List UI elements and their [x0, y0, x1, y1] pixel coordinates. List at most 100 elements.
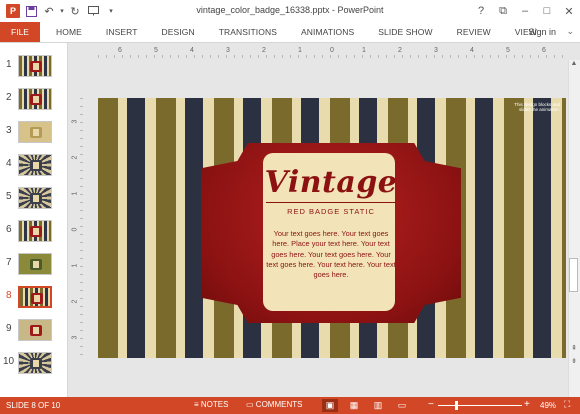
slide-thumbnail-selected[interactable]: 8 [0, 284, 68, 312]
scroll-up-icon[interactable]: ▲ [568, 60, 580, 70]
ruler-label: 3 [226, 47, 230, 54]
start-from-beginning-icon[interactable] [84, 2, 102, 20]
slide-thumbnail-image [18, 154, 52, 176]
ruler-label: 6 [118, 47, 122, 54]
vertical-ruler-ticks [80, 98, 83, 360]
slide-number: 3 [6, 125, 12, 136]
slide-canvas[interactable]: This design blocks and slides the animat… [98, 98, 566, 358]
slide-number: 1 [6, 59, 12, 70]
slide-thumbnail[interactable]: 7 [0, 251, 68, 279]
ribbon-divider [0, 42, 580, 43]
tab-design[interactable]: DESIGN [150, 27, 207, 37]
normal-view-icon[interactable]: ▣ [322, 399, 338, 412]
previous-slide-icon[interactable]: ⇞ [568, 344, 580, 354]
ruler-label: 5 [154, 47, 158, 54]
slide-thumbnail[interactable]: 1 [0, 53, 68, 81]
title-bar: P ↶ ▾ ↻ ▾ vintage_color_badge_16338.pptx… [0, 0, 580, 22]
reading-view-icon[interactable]: ▥ [370, 399, 386, 412]
slide-thumbnail-image [18, 88, 52, 110]
quick-access-toolbar: P ↶ ▾ ↻ ▾ [0, 0, 120, 22]
slide-thumbnail-image [18, 187, 52, 209]
slide-thumbnail[interactable]: 4 [0, 152, 68, 180]
maximize-icon[interactable]: □ [536, 5, 558, 17]
zoom-out-icon[interactable]: − [428, 399, 434, 410]
ruler-label: 1 [71, 263, 79, 268]
slide-number: 4 [6, 158, 12, 169]
window-controls: ? ⧉ – □ ✕ [470, 0, 580, 22]
badge-divider [266, 202, 396, 203]
badge-body-text[interactable]: Your text goes here. Your text goes here… [265, 229, 397, 280]
tab-review[interactable]: REVIEW [445, 27, 503, 37]
notes-icon: ≡ [194, 400, 199, 409]
ruler-label: 3 [71, 119, 79, 124]
ruler-label: 5 [506, 47, 510, 54]
slide-number: 6 [6, 224, 12, 235]
notes-button[interactable]: ≡ NOTES [194, 400, 228, 409]
comments-button[interactable]: ▭ COMMENTS [246, 400, 302, 409]
ruler-label: 4 [470, 47, 474, 54]
save-icon[interactable] [22, 2, 40, 20]
ruler-label: 2 [398, 47, 402, 54]
collapse-ribbon-icon[interactable]: ⌄ [566, 26, 574, 37]
zoom-slider-knob[interactable] [455, 401, 458, 410]
slide-thumbnail-image [18, 121, 52, 143]
slide-thumbnail-image [18, 286, 52, 308]
tab-file[interactable]: FILE [0, 22, 40, 42]
slide-show-view-icon[interactable]: ▭ [394, 399, 410, 412]
zoom-slider[interactable] [438, 405, 522, 406]
slide-number: 9 [6, 323, 12, 334]
slide-thumbnail[interactable]: 6 [0, 218, 68, 246]
slide-number: 5 [6, 191, 12, 202]
tab-slide-show[interactable]: SLIDE SHOW [366, 27, 444, 37]
slide-thumbnail[interactable]: 5 [0, 185, 68, 213]
tab-transitions[interactable]: TRANSITIONS [207, 27, 289, 37]
ruler-label: 3 [71, 335, 79, 340]
redo-icon[interactable]: ↻ [66, 2, 84, 20]
zoom-level[interactable]: 49% [540, 401, 556, 410]
slide-thumbnail-image [18, 55, 52, 77]
help-icon[interactable]: ? [470, 5, 492, 17]
ruler-label: 2 [262, 47, 266, 54]
badge-title[interactable]: Vintage [201, 165, 461, 200]
customize-toolbar-icon[interactable]: ▾ [102, 2, 120, 20]
slide-thumbnails-pane: 1 2 3 4 5 6 7 8 9 10 [0, 43, 68, 397]
tab-home[interactable]: HOME [44, 27, 94, 37]
comment-icon: ▭ [246, 400, 254, 409]
ruler-label: 1 [298, 47, 302, 54]
fit-slide-icon[interactable]: ⛶ [564, 399, 576, 411]
undo-dropdown-icon[interactable]: ▾ [58, 2, 66, 20]
powerpoint-logo-icon: P [4, 2, 22, 20]
slide-thumbnail[interactable]: 2 [0, 86, 68, 114]
close-icon[interactable]: ✕ [558, 5, 580, 18]
status-bar: SLIDE 8 OF 10 ≡ NOTES ▭ COMMENTS ▣ ▦ ▥ ▭… [0, 397, 580, 414]
ribbon-display-options-icon[interactable]: ⧉ [492, 5, 514, 18]
slide-note-text[interactable]: This design blocks and slides the animat… [510, 102, 560, 113]
ruler-label: 2 [71, 155, 79, 160]
slide-thumbnail[interactable]: 9 [0, 317, 68, 345]
slide-sorter-view-icon[interactable]: ▦ [346, 399, 362, 412]
slide-number: 10 [3, 356, 15, 367]
ribbon-tabs: FILE HOME INSERT DESIGN TRANSITIONS ANIM… [0, 22, 580, 42]
next-slide-icon[interactable]: ⇟ [568, 357, 580, 367]
badge-subtitle[interactable]: RED BADGE STATIC [201, 207, 461, 216]
slide-number: 8 [6, 290, 12, 301]
horizontal-ruler-ticks [98, 55, 568, 58]
notes-label: NOTES [200, 400, 229, 409]
slide-thumbnail-image [18, 352, 52, 374]
tab-animations[interactable]: ANIMATIONS [289, 27, 366, 37]
sign-in-link[interactable]: Sign in [528, 27, 556, 37]
slide-thumbnail-image [18, 220, 52, 242]
slide-thumbnail[interactable]: 3 [0, 119, 68, 147]
slide-counter: SLIDE 8 OF 10 [6, 401, 61, 410]
vintage-badge[interactable]: Vintage RED BADGE STATIC Your text goes … [201, 143, 461, 323]
ruler-label: 0 [330, 47, 334, 54]
slide-thumbnail[interactable]: 10 [0, 350, 68, 378]
tab-insert[interactable]: INSERT [94, 27, 150, 37]
slide-number: 7 [6, 257, 12, 268]
slide-thumbnail-image [18, 253, 52, 275]
undo-icon[interactable]: ↶ [40, 2, 58, 20]
zoom-in-icon[interactable]: + [524, 399, 530, 410]
ruler-label: 6 [542, 47, 546, 54]
scrollbar-thumb[interactable] [569, 258, 578, 292]
minimize-icon[interactable]: – [514, 5, 536, 17]
